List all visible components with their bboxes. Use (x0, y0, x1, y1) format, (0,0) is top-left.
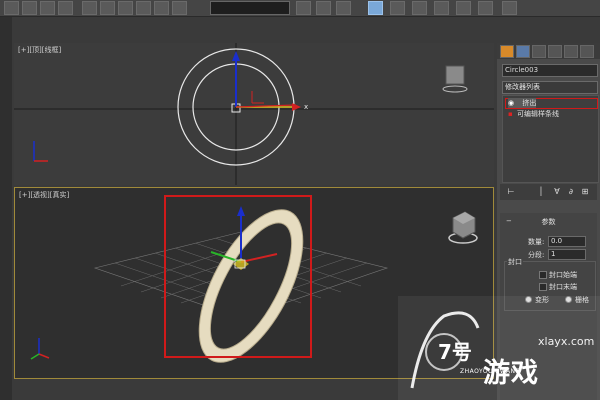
toolbar-extra-icon[interactable] (502, 1, 517, 15)
select-region-icon[interactable] (40, 1, 55, 15)
schematic-icon[interactable] (390, 1, 405, 15)
configure-sets-icon[interactable]: ⊞ (580, 187, 590, 197)
make-unique-icon[interactable]: ∀ (552, 187, 562, 197)
cap-start-checkbox[interactable] (539, 271, 547, 279)
select-icon[interactable] (22, 1, 37, 15)
pin-stack-icon[interactable]: ⊢ (506, 187, 516, 197)
command-panel-tabs (497, 43, 600, 59)
graph-editor-icon[interactable] (368, 1, 383, 15)
top-viewport[interactable]: [+][顶][线框] x (14, 43, 494, 185)
scale-icon[interactable] (118, 1, 133, 15)
material-editor-icon[interactable] (412, 1, 427, 15)
undo-icon[interactable] (4, 1, 19, 15)
modify-tab-icon[interactable] (516, 45, 530, 58)
segments-spinner[interactable]: 1 (548, 249, 586, 260)
modifier-stack: ◉ 挤出 ▪ 可编辑样条线 (502, 95, 599, 183)
object-name-field[interactable]: Circle003 (502, 64, 598, 77)
watermark-logo-text: 7号 (438, 340, 472, 364)
viewcube-top-icon (445, 65, 465, 85)
align-icon[interactable] (316, 1, 331, 15)
top-viewport-canvas: x (14, 43, 494, 185)
named-selection-dropdown[interactable] (210, 1, 290, 15)
stack-item-label: 可编辑样条线 (516, 110, 559, 118)
stack-bulb-icon[interactable]: ◉ (508, 99, 514, 107)
watermark-url: xlayx.com (538, 335, 595, 348)
utilities-tab-icon[interactable] (580, 45, 594, 58)
rollout-title[interactable]: 参数 (500, 217, 597, 227)
create-tab-icon[interactable] (500, 45, 514, 58)
watermark-bigtext: 游戏 (483, 358, 539, 389)
hierarchy-tab-icon[interactable] (532, 45, 546, 58)
stack-item-extrude[interactable]: ◉ 挤出 (508, 98, 537, 108)
cap-end-checkbox[interactable] (539, 283, 547, 291)
remove-modifier-icon[interactable]: ∂ (566, 187, 576, 197)
render-frame-icon[interactable] (456, 1, 471, 15)
amount-spinner[interactable]: 0.0 (548, 236, 586, 247)
render-setup-icon[interactable] (434, 1, 449, 15)
snap-icon[interactable] (172, 1, 187, 15)
stack-tools: ⊢ │ ∀ ∂ ⊞ (500, 184, 597, 200)
show-end-result-icon[interactable]: │ (536, 187, 546, 197)
reference-coord-icon[interactable] (136, 1, 151, 15)
capping-label: 封口 (507, 257, 523, 267)
display-tab-icon[interactable] (564, 45, 578, 58)
move-icon[interactable] (82, 1, 97, 15)
viewcube-persp-icon (448, 211, 478, 244)
motion-tab-icon[interactable] (548, 45, 562, 58)
stack-item-editable-spline[interactable]: ▪ 可编辑样条线 (508, 109, 559, 119)
modifier-list-dropdown[interactable]: 修改器列表 (502, 81, 598, 94)
stack-item-label: 挤出 (522, 99, 537, 107)
window-crossing-icon[interactable] (58, 1, 73, 15)
rotate-icon[interactable] (100, 1, 115, 15)
layer-icon[interactable] (336, 1, 351, 15)
left-strip (0, 17, 12, 400)
pivot-icon[interactable] (154, 1, 169, 15)
segments-label: 分段: (528, 251, 545, 259)
cap-end-label: 封口末端 (549, 283, 577, 291)
render-icon[interactable] (478, 1, 493, 15)
svg-text:x: x (304, 103, 308, 111)
extruded-ring-object (198, 209, 304, 363)
cap-start-label: 封口始端 (549, 271, 577, 279)
stack-expand-icon[interactable]: ▪ (508, 110, 513, 118)
amount-label: 数量: (528, 238, 545, 246)
mirror-icon[interactable] (296, 1, 311, 15)
main-toolbar (0, 0, 600, 17)
